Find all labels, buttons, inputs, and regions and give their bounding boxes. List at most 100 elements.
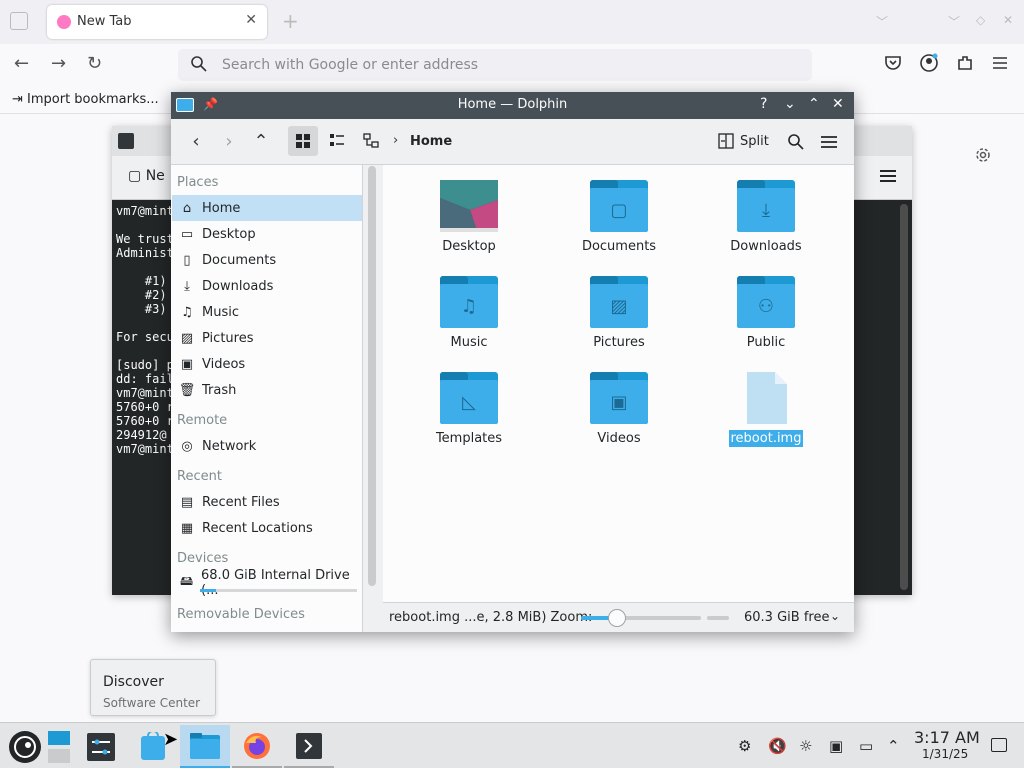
sidebar-item-downloads[interactable]: ⤓ Downloads [172, 273, 362, 299]
compact-view-button[interactable] [322, 126, 352, 156]
sidebar-item-documents[interactable]: ▯ Documents [172, 247, 362, 273]
pager-icon [48, 731, 70, 763]
network-tray-icon[interactable]: ⚙ [738, 737, 751, 755]
sidebar-item-music[interactable]: ♫ Music [172, 299, 362, 325]
breadcrumb-home[interactable]: Home [410, 134, 452, 149]
drive-icon: 🖴 [179, 574, 194, 589]
list-view-icon [330, 134, 344, 146]
folder-music-icon: ♫ [440, 276, 498, 328]
taskbar-system-settings[interactable] [76, 725, 126, 768]
sidebar-item-recent-locations[interactable]: ▦ Recent Locations [172, 515, 362, 541]
terminal-hamburger-menu-icon[interactable] [878, 168, 898, 184]
sidebar-item-label: Downloads [202, 278, 274, 294]
up-button[interactable]: ⌃ [246, 126, 276, 156]
sidebar-item-internal-drive[interactable]: 🖴 68.0 GiB Internal Drive (... [172, 568, 362, 598]
zoom-slider-handle[interactable] [608, 609, 626, 627]
split-button[interactable]: Split [718, 133, 769, 149]
save-icon[interactable]: ▣ [829, 737, 843, 755]
file-view[interactable]: Desktop ▢ Documents ⤓ Downloads ♫ Music … [383, 165, 854, 602]
clock-date[interactable]: 1/31/25 [922, 747, 968, 761]
maximize-icon[interactable]: ◇ [976, 13, 985, 27]
sidebar-item-home[interactable]: ⌂ Home [172, 195, 362, 221]
icons-view-button[interactable] [288, 126, 318, 156]
sidebar-item-desktop[interactable]: ▭ Desktop [172, 221, 362, 247]
file-label: Music [450, 335, 488, 350]
sidebar-item-label: Videos [202, 356, 246, 372]
file-label: Documents [581, 239, 657, 254]
sidebar-item-trash[interactable]: 🗑 Trash [172, 377, 362, 403]
import-bookmarks-button[interactable]: ⇥ Import bookmarks... [12, 92, 159, 107]
konsole-icon [296, 732, 322, 759]
zoom-slider[interactable] [581, 609, 701, 627]
file-item-public[interactable]: ⚇ Public [701, 276, 831, 351]
file-item-documents[interactable]: ▢ Documents [554, 180, 684, 255]
show-desktop-icon[interactable] [991, 738, 1007, 752]
file-item-videos[interactable]: ▣ Videos [554, 372, 684, 447]
sidebar-item-label: Music [202, 304, 239, 320]
sidebar-item-label: Recent Locations [202, 520, 313, 536]
chevron-down-icon[interactable]: ⌄ [830, 609, 840, 623]
window-title: Home — Dolphin [457, 97, 568, 112]
terminal-new-tab-button[interactable]: ▢ Ne [128, 168, 165, 184]
close-icon[interactable]: ✕ [832, 96, 844, 112]
clock-time[interactable]: 3:17 AM [914, 728, 980, 747]
address-bar[interactable]: Search with Google or enter address [178, 49, 812, 81]
sidebar-item-label: Recent Files [202, 494, 280, 510]
split-label: Split [740, 133, 769, 149]
close-window-icon[interactable]: ✕ [1003, 13, 1013, 27]
extensions-icon[interactable] [955, 53, 975, 73]
close-tab-icon[interactable]: ✕ [245, 12, 257, 28]
mouse-cursor-icon: ➤ [163, 729, 179, 750]
folder-public-icon: ⚇ [737, 276, 795, 328]
reload-icon[interactable]: ↻ [87, 53, 102, 74]
network-icon: ◎ [181, 438, 193, 454]
help-icon[interactable]: ? [760, 96, 767, 112]
display-icon[interactable]: ▭ [859, 737, 873, 755]
pocket-icon[interactable] [883, 53, 903, 73]
forward-button[interactable]: › [214, 126, 244, 156]
breadcrumb-arrow-icon[interactable]: › [393, 133, 398, 148]
discover-tooltip: Discover Software Center [90, 659, 216, 716]
tray-expand-icon[interactable]: ⌃ [887, 737, 900, 755]
gear-icon[interactable] [974, 146, 992, 164]
back-icon[interactable]: ← [14, 53, 29, 74]
file-item-desktop[interactable]: Desktop [404, 180, 534, 255]
tab-list-icon[interactable] [10, 12, 28, 30]
places-scrollbar[interactable] [368, 166, 376, 586]
browser-tab-new-tab[interactable]: New Tab ✕ [47, 5, 267, 39]
dolphin-titlebar[interactable]: 📌 Home — Dolphin ? ⌄ ⌃ ✕ [171, 92, 854, 119]
tree-view-icon [363, 133, 379, 148]
volume-muted-icon[interactable]: 🔇 [768, 737, 787, 755]
back-button[interactable]: ‹ [181, 126, 211, 156]
terminal-scrollbar[interactable] [900, 204, 908, 590]
forward-icon[interactable]: → [51, 53, 66, 74]
terminal-new-tab-label: Ne [145, 168, 165, 184]
file-item-pictures[interactable]: ▨ Pictures [554, 276, 684, 351]
file-item-downloads[interactable]: ⤓ Downloads [701, 180, 831, 255]
file-item-templates[interactable]: ◺ Templates [404, 372, 534, 447]
maximize-icon[interactable]: ⌃ [808, 96, 820, 112]
taskbar-konsole[interactable] [284, 725, 334, 768]
hamburger-menu-icon[interactable] [990, 53, 1010, 73]
minimize-icon[interactable]: ﹀ [948, 13, 960, 30]
new-tab-icon[interactable]: + [282, 9, 299, 33]
chevron-down-icon[interactable]: ﹀ [876, 13, 888, 30]
sidebar-item-videos[interactable]: ▣ Videos [172, 351, 362, 377]
sidebar-item-recent-files[interactable]: ▤ Recent Files [172, 489, 362, 515]
hamburger-menu-icon[interactable] [820, 134, 838, 150]
account-icon[interactable] [919, 53, 939, 73]
file-item-music[interactable]: ♫ Music [404, 276, 534, 351]
search-icon[interactable] [787, 133, 805, 151]
music-icon: ♫ [181, 304, 193, 320]
file-label: Pictures [593, 335, 645, 350]
sidebar-item-pictures[interactable]: ▨ Pictures [172, 325, 362, 351]
sidebar-item-network[interactable]: ◎ Network [172, 433, 362, 459]
free-space-text[interactable]: 60.3 GiB free [744, 610, 829, 625]
file-item-reboot-img[interactable]: reboot.img [701, 372, 831, 447]
taskbar-dolphin[interactable] [180, 725, 230, 768]
details-view-button[interactable] [356, 126, 386, 156]
places-panel: Places ⌂ Home ▭ Desktop ▯ Documents ⤓ Downlo… [171, 165, 363, 632]
minimize-icon[interactable]: ⌄ [784, 96, 796, 112]
taskbar-firefox[interactable] [232, 725, 282, 768]
brightness-icon[interactable]: ☼ [799, 737, 812, 755]
